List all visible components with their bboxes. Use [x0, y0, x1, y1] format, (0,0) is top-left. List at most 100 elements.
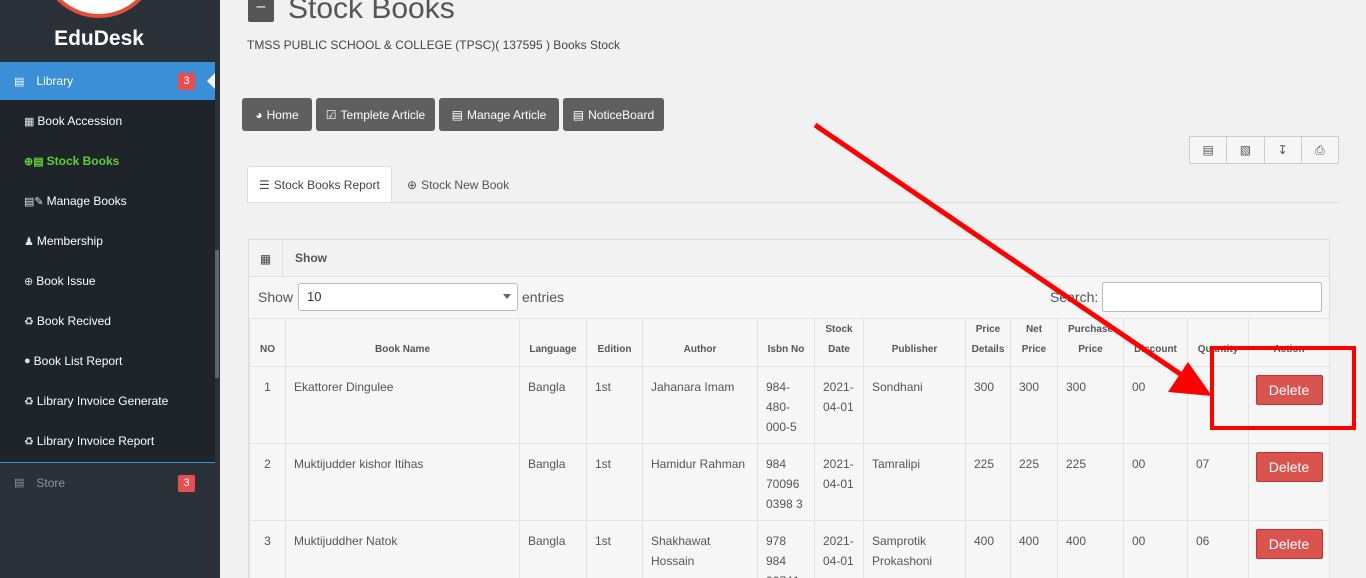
export-buttons: ▤ ▧ ↧ ⎙ [1189, 136, 1339, 164]
sidebar-item-label: Manage Books [46, 194, 127, 208]
download-icon: ↧ [1277, 143, 1288, 157]
col-isbn[interactable]: Isbn No [757, 318, 815, 367]
col-language[interactable]: Language [519, 318, 587, 367]
search-label: Search: [1050, 289, 1099, 305]
col-book-name[interactable]: Book Name [285, 318, 520, 367]
user-add-icon: ♟ [24, 235, 34, 248]
tab-stock-books-report[interactable]: ☰ Stock Books Report [247, 166, 392, 203]
sidebar-item-label: Membership [36, 234, 103, 248]
export-pdf-button[interactable]: ▤ [1190, 137, 1228, 163]
panel-header: ▦ Show [249, 240, 1329, 277]
tab-label: Stock New Book [421, 177, 510, 192]
minus-square-icon: – [248, 0, 274, 22]
sidebar-item-library[interactable]: ▤ Library 3 [0, 62, 215, 100]
cell-discount: 00 [1123, 366, 1188, 444]
sidebar-item-label: Store [36, 475, 66, 490]
export-excel-button[interactable]: ▧ [1227, 137, 1265, 163]
book-icon: ▤ [451, 107, 463, 122]
col-net-price[interactable]: Net Price [1010, 318, 1058, 367]
col-no[interactable]: NO [249, 318, 286, 367]
cell-language: Bangla [519, 366, 587, 444]
delete-button[interactable]: Delete [1255, 529, 1323, 559]
file-pdf-icon: ▤ [1202, 143, 1214, 157]
sidebar-item-book-accession[interactable]: ▦ Book Accession [24, 111, 122, 131]
cell-purchase-price: 225 [1057, 443, 1124, 521]
cell-book-name: Muktijudder kishor Itihas [285, 443, 520, 521]
export-csv-button[interactable]: ↧ [1265, 137, 1302, 163]
sidebar-item-label: Library [36, 74, 74, 88]
cell-price-details: 225 [965, 443, 1011, 521]
add-book-icon: ⊕▤ [24, 155, 44, 168]
page-subtitle: TMSS PUBLIC SCHOOL & COLLEGE (TPSC)( 137… [247, 38, 621, 52]
sidebar-item-book-list-report[interactable]: ● Book List Report [24, 351, 122, 371]
manage-article-button[interactable]: ▤ Manage Article [439, 98, 559, 131]
school-logo [40, 0, 158, 18]
chevron-down-icon [503, 294, 511, 299]
brand-name: EduDesk [54, 27, 144, 50]
library-submenu: ▦ Book Accession ⊕▤ Stock Books ▤✎ Manag… [0, 100, 215, 462]
book-icon: ▤ [14, 75, 25, 88]
entries-value: 10 [307, 289, 322, 304]
cell-book-name: Ekattorer Dingulee [285, 366, 520, 444]
entries-select[interactable]: 10 [298, 283, 518, 311]
templete-article-button[interactable]: ☑ Templete Article [316, 98, 435, 131]
cell-discount: 00 [1123, 443, 1188, 521]
show-label: Show [258, 289, 294, 305]
sidebar-scrollbar[interactable] [215, 250, 219, 378]
col-stock-date[interactable]: Stock Date [814, 318, 864, 367]
sidebar-item-library-invoice-generate[interactable]: ♻ Library Invoice Generate [24, 391, 168, 411]
book-icon: ▤ [14, 477, 25, 489]
cell-net-price: 300 [1010, 366, 1058, 444]
cell-book-name: Muktijuddher Natok [285, 520, 520, 578]
cell-stock-date: 2021-04-01 [814, 366, 864, 444]
tab-label: Stock Books Report [273, 177, 380, 192]
edit-book-icon: ▤✎ [24, 195, 44, 208]
cell-edition: 1st [586, 443, 643, 521]
sidebar-item-label: Library Invoice Report [36, 434, 155, 448]
plus-circle-icon: ⊕ [407, 177, 418, 192]
cell-isbn: 978 984 92741 [757, 520, 815, 578]
sidebar-item-book-recived[interactable]: ♻ Book Recived [24, 311, 111, 331]
sidebar-item-manage-books[interactable]: ▤✎ Manage Books [24, 191, 127, 211]
print-button[interactable]: ⎙ [1302, 137, 1338, 163]
sidebar-item-label: Book Recived [36, 314, 111, 328]
dashboard-icon: ◕ [255, 107, 263, 122]
table-row: 2 Muktijudder kishor Itihas Bangla 1st H… [249, 443, 1330, 521]
sidebar-item-stock-books[interactable]: ⊕▤ Stock Books [24, 151, 119, 171]
tab-stock-new-book[interactable]: ⊕ Stock New Book [396, 166, 520, 203]
col-edition[interactable]: Edition [586, 318, 643, 367]
col-purchase-price[interactable]: Purchase Price [1057, 318, 1124, 367]
noticeboard-label: NoticeBoard [588, 107, 655, 122]
recycle-icon: ♻ [24, 435, 34, 448]
cell-author: Hamidur Rahman [642, 443, 758, 521]
col-price-details[interactable]: Price Details [965, 318, 1011, 367]
col-discount[interactable]: Discount [1123, 318, 1188, 367]
noticeboard-button[interactable]: ▤ NoticeBoard [563, 98, 664, 131]
cell-publisher: Sondhani [863, 366, 966, 444]
home-button[interactable]: ◕ Home [242, 98, 312, 131]
sidebar: EduDesk ▤ Library 3 ▦ Book Accession ⊕▤ … [0, 0, 220, 578]
stock-books-table: NO Book Name Language Edition Author Isb… [249, 318, 1330, 578]
manage-article-label: Manage Article [466, 107, 547, 122]
sidebar-item-store[interactable]: ▤ Store 3 [0, 462, 215, 502]
panel-title: Show [295, 251, 327, 265]
cell-action: Delete [1248, 520, 1330, 578]
sidebar-item-book-issue[interactable]: ⊕ Book Issue [24, 271, 96, 291]
cell-purchase-price: 300 [1057, 366, 1124, 444]
cell-net-price: 225 [1010, 443, 1058, 521]
sidebar-item-label: Library Invoice Generate [36, 394, 169, 408]
cell-no: 2 [249, 443, 286, 521]
store-count-badge: 3 [178, 475, 195, 492]
sidebar-item-library-invoice-report[interactable]: ♻ Library Invoice Report [24, 431, 154, 451]
cell-purchase-price: 400 [1057, 520, 1124, 578]
library-count-badge: 3 [178, 73, 195, 90]
cell-edition: 1st [586, 366, 643, 444]
search-input[interactable] [1102, 282, 1322, 312]
col-author[interactable]: Author [642, 318, 758, 367]
col-publisher[interactable]: Publisher [863, 318, 966, 367]
stock-books-panel: ▦ Show Show 10 entries Search: NO Book N… [248, 239, 1330, 578]
sidebar-item-membership[interactable]: ♟ Membership [24, 231, 103, 251]
recycle-icon: ♻ [24, 395, 34, 408]
cell-action: Delete [1248, 443, 1330, 521]
delete-button[interactable]: Delete [1255, 452, 1323, 482]
